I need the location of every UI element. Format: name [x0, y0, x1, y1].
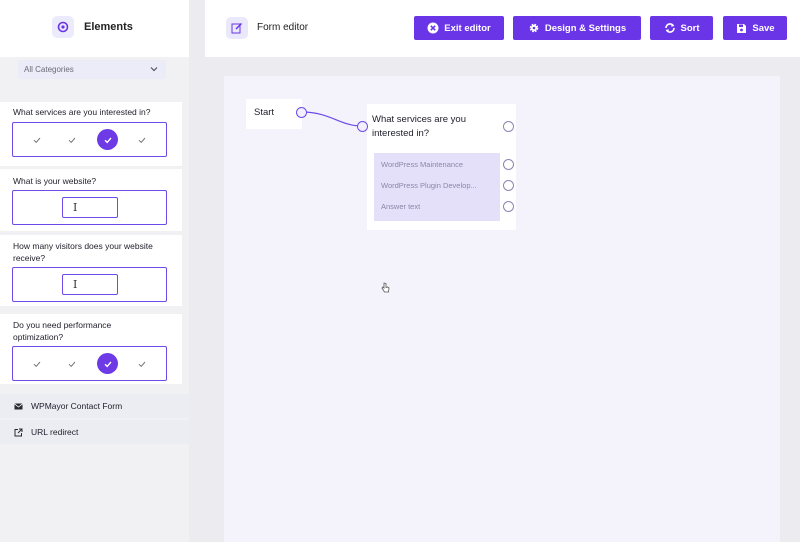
sort-button[interactable]: Sort [650, 16, 713, 40]
category-select-value: All Categories [24, 65, 74, 74]
text-preview: I [12, 190, 167, 225]
check-selected-icon [97, 353, 118, 374]
link-label: URL redirect [31, 427, 79, 437]
edit-icon [226, 17, 248, 39]
start-label: Start [254, 107, 275, 118]
start-node[interactable]: Start [246, 99, 302, 129]
answer-output-port[interactable] [503, 159, 514, 170]
gear-icon [528, 22, 540, 34]
answer-item[interactable]: Answer text [381, 202, 420, 211]
check-icon [63, 131, 81, 149]
choice-preview [12, 122, 167, 157]
element-url-redirect[interactable]: URL redirect [0, 420, 189, 444]
start-output-port[interactable] [296, 107, 307, 118]
text-cursor-icon: I [62, 197, 118, 218]
design-settings-button[interactable]: Design & Settings [513, 16, 641, 40]
check-icon [63, 355, 81, 373]
check-icon [133, 131, 151, 149]
question-label: What services are you interested in? [13, 107, 151, 117]
chevron-down-icon [150, 65, 158, 74]
question-input-port[interactable] [357, 121, 368, 132]
sync-icon [664, 22, 676, 34]
elements-icon [52, 16, 74, 38]
answer-output-port[interactable] [503, 201, 514, 212]
check-icon [28, 355, 46, 373]
button-label: Design & Settings [544, 22, 627, 34]
check-selected-icon [97, 129, 118, 150]
elements-sidebar: Elements All Categories What services ar… [0, 0, 189, 542]
answer-list: WordPress Maintenance WordPress Plugin D… [374, 153, 500, 221]
close-icon [427, 22, 439, 34]
text-preview: I [12, 267, 167, 302]
question-label: How many visitors does your website rece… [13, 241, 153, 263]
element-contact-form[interactable]: WPMayor Contact Form [0, 394, 189, 418]
question-node[interactable]: What services are you interested in? Wor… [367, 104, 516, 230]
check-icon [133, 355, 151, 373]
question-label: What is your website? [13, 176, 97, 186]
page-title: Form editor [257, 22, 309, 33]
answer-item[interactable]: WordPress Plugin Develop... [381, 181, 477, 190]
external-link-icon [12, 428, 24, 437]
question-node-title: What services are you interested in? [372, 114, 466, 139]
save-icon [735, 22, 747, 34]
text-cursor-icon: I [62, 274, 118, 295]
exit-editor-button[interactable]: Exit editor [414, 16, 504, 40]
button-label: Save [752, 22, 775, 34]
element-question-visitors[interactable]: How many visitors does your website rece… [0, 235, 182, 306]
choice-preview [12, 346, 167, 381]
sidebar-title: Elements [84, 21, 133, 33]
editor-header: Form editor Exit editor Design & Setting… [205, 0, 800, 57]
answer-item[interactable]: WordPress Maintenance [381, 160, 463, 169]
hand-cursor-icon [381, 280, 390, 298]
element-question-services[interactable]: What services are you interested in? [0, 102, 182, 166]
category-select[interactable]: All Categories [18, 60, 166, 79]
button-label: Exit editor [444, 22, 491, 34]
save-button[interactable]: Save [723, 16, 787, 40]
answer-output-port[interactable] [503, 180, 514, 191]
question-label: Do you need performance optimization? [13, 320, 112, 342]
link-label: WPMayor Contact Form [31, 401, 123, 411]
envelope-icon [12, 402, 24, 410]
sidebar-header: Elements [0, 0, 189, 57]
element-question-optimization[interactable]: Do you need performance optimization? [0, 314, 182, 384]
element-question-website[interactable]: What is your website? I [0, 169, 182, 231]
button-label: Sort [680, 22, 700, 34]
check-icon [28, 131, 46, 149]
question-output-port[interactable] [503, 121, 514, 132]
